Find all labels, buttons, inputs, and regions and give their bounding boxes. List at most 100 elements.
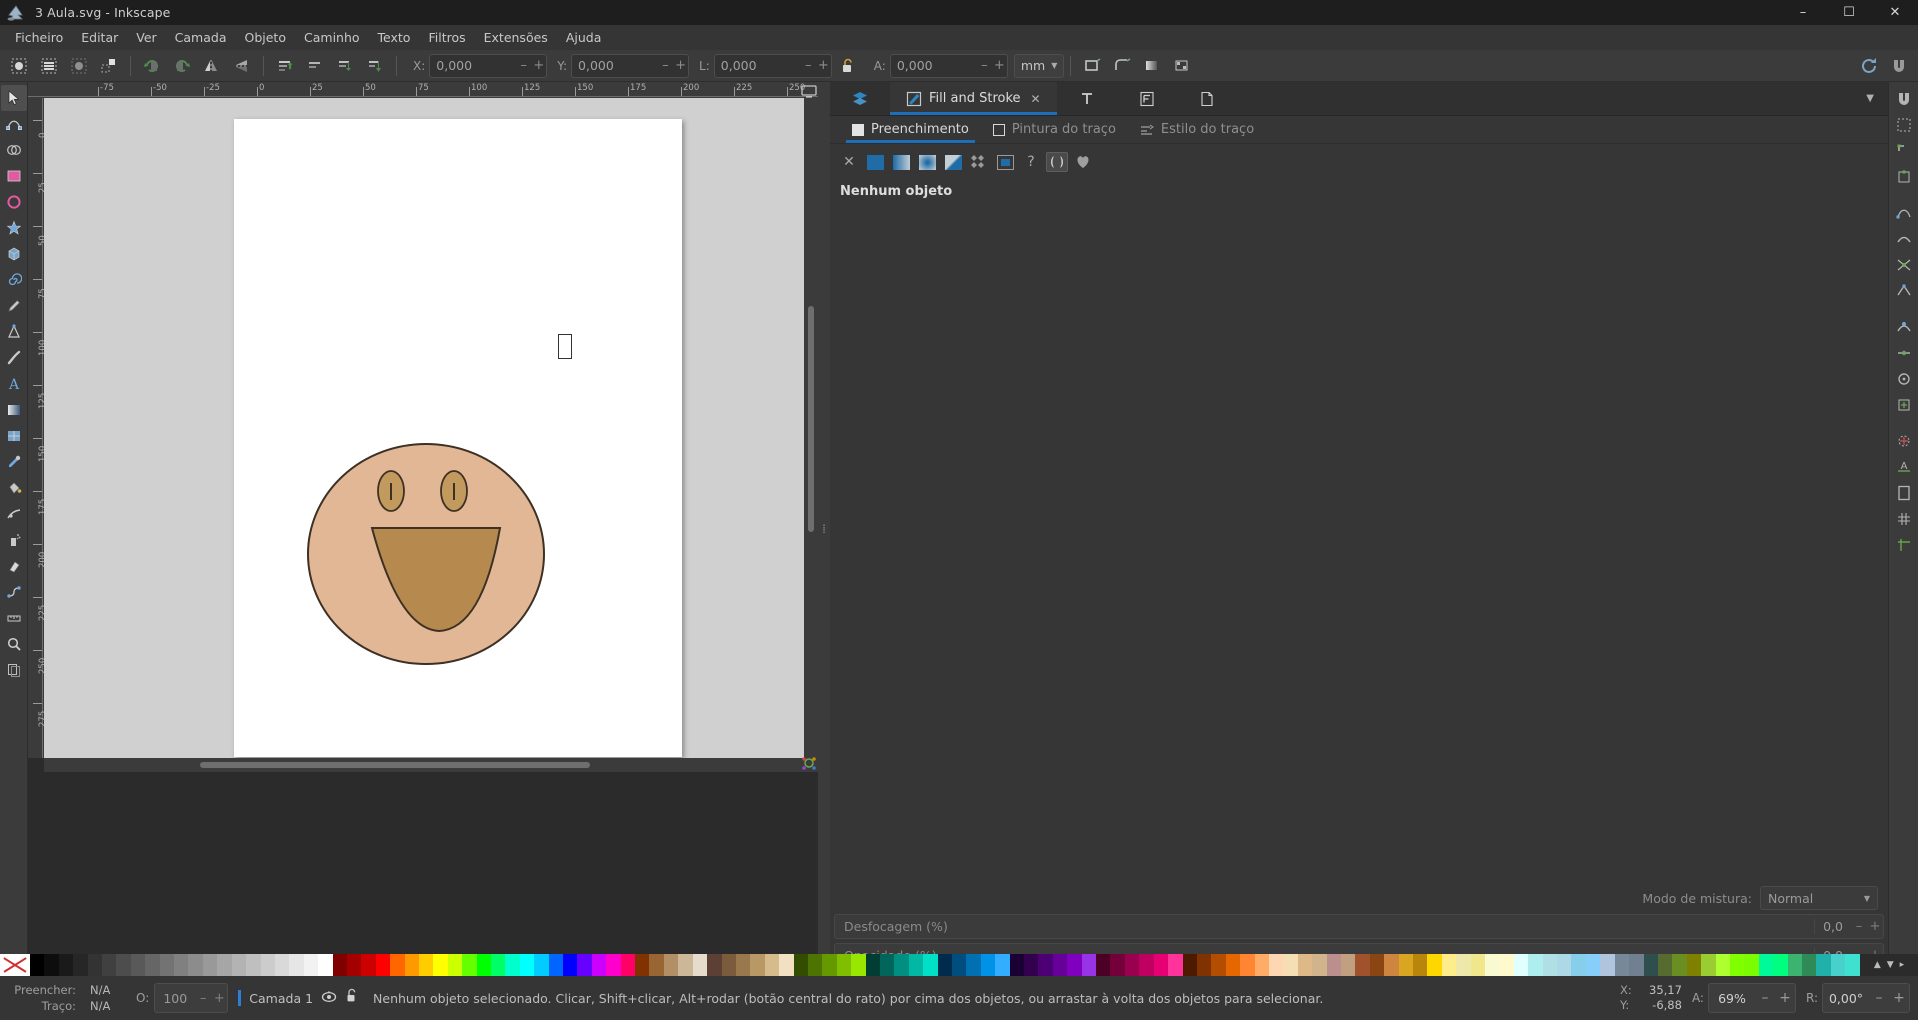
palette-swatch[interactable]	[980, 954, 996, 976]
palette-swatch[interactable]	[1657, 954, 1673, 976]
x-increment[interactable]: +	[531, 58, 546, 73]
palette-swatch[interactable]	[1456, 954, 1471, 976]
unlock-icon[interactable]	[345, 988, 359, 1008]
palette-swatch[interactable]	[678, 954, 693, 976]
close-icon[interactable]: ✕	[1031, 92, 1041, 106]
palette-swatch[interactable]	[1701, 954, 1716, 976]
minimize-button[interactable]: –	[1780, 0, 1826, 25]
fill-unset-button[interactable]	[994, 152, 1016, 172]
palette-swatch[interactable]	[1139, 954, 1154, 976]
lock-open-icon[interactable]	[836, 54, 860, 78]
snap-others[interactable]	[1891, 366, 1917, 392]
palette-swatch[interactable]	[836, 954, 852, 976]
lower-icon[interactable]	[331, 53, 359, 79]
stroke-indicator-value[interactable]: N/A	[76, 998, 110, 1014]
fill-linear-gradient-button[interactable]	[890, 152, 912, 172]
status-opacity-spinbox[interactable]: 100 – +	[154, 983, 229, 1013]
x-input[interactable]	[430, 58, 517, 73]
snap-controls-icon[interactable]	[1885, 53, 1913, 79]
width-decrement[interactable]: –	[801, 58, 816, 73]
panel-divider[interactable]: ⁞	[818, 82, 830, 976]
tweak-tool[interactable]	[1, 501, 27, 527]
palette-swatch[interactable]	[1009, 954, 1025, 976]
fill-pattern-button[interactable]	[942, 152, 964, 172]
snap-nodes[interactable]	[1891, 200, 1917, 226]
palette-swatch[interactable]	[1686, 954, 1702, 976]
palette-swatch[interactable]	[1124, 954, 1140, 976]
pencil-tool[interactable]	[1, 293, 27, 319]
palette-swatch[interactable]	[174, 954, 189, 976]
palette-swatch[interactable]	[73, 954, 88, 976]
menu-filtros[interactable]: Filtros	[419, 27, 474, 48]
palette-swatch[interactable]	[332, 954, 347, 976]
menu-objeto[interactable]: Objeto	[236, 27, 296, 48]
palette-swatch[interactable]	[937, 954, 952, 976]
palette-swatch[interactable]	[1787, 954, 1802, 976]
width-increment[interactable]: +	[816, 58, 831, 73]
snap-bbox-edge[interactable]	[1891, 164, 1917, 190]
affect-patterns-icon[interactable]	[1168, 53, 1196, 79]
palette-swatch[interactable]	[692, 954, 708, 976]
menu-caminho[interactable]: Caminho	[295, 27, 369, 48]
horizontal-ruler[interactable]: -75 -50 -25 0 25 50 75 100 125 150 175 2…	[28, 82, 818, 98]
palette-swatch[interactable]	[102, 954, 117, 976]
tab-fill-and-stroke[interactable]: Fill and Stroke ✕	[890, 82, 1057, 115]
snap-grids[interactable]	[1891, 506, 1917, 532]
unit-selector[interactable]: mm ▼	[1013, 53, 1065, 78]
palette-swatch[interactable]	[58, 954, 74, 976]
palette-swatch[interactable]	[1297, 954, 1313, 976]
palette-swatch[interactable]	[1168, 954, 1183, 976]
y-spinbox[interactable]: – +	[571, 53, 690, 78]
deselect-icon[interactable]	[65, 53, 93, 79]
palette-swatch[interactable]	[1672, 954, 1687, 976]
palette-swatch[interactable]	[1340, 954, 1356, 976]
affect-stroke-width-icon[interactable]	[1078, 53, 1106, 79]
select-all-layers-icon[interactable]	[35, 53, 63, 79]
palette-swatch[interactable]	[404, 954, 419, 976]
palette-swatch[interactable]	[548, 954, 564, 976]
palette-swatch[interactable]	[606, 954, 621, 976]
height-increment[interactable]: +	[992, 58, 1007, 73]
fill-indicator-value[interactable]: N/A	[76, 982, 110, 998]
palette-swatch[interactable]	[663, 954, 679, 976]
subtab-pintura-do-traco[interactable]: Pintura do traço	[981, 116, 1128, 143]
blend-mode-select[interactable]: Normal ▼	[1760, 886, 1878, 910]
snap-indicator-icon[interactable]	[800, 754, 818, 772]
palette-swatch[interactable]	[1211, 954, 1226, 976]
gradient-tool[interactable]	[1, 397, 27, 423]
spray-tool[interactable]	[1, 527, 27, 553]
canvas-area[interactable]	[44, 98, 818, 758]
layer-name[interactable]: Camada 1	[249, 991, 313, 1006]
rotation-decrement[interactable]: –	[1869, 990, 1889, 1006]
tab-layers[interactable]	[830, 82, 890, 115]
canvas-horizontal-scrollbar[interactable]	[44, 758, 818, 772]
paint-bucket-tool[interactable]	[1, 475, 27, 501]
blur-decrement[interactable]: –	[1851, 919, 1867, 934]
snap-object-center[interactable]	[1891, 392, 1917, 418]
chevron-down-icon[interactable]: ▼	[1852, 82, 1888, 115]
height-decrement[interactable]: –	[977, 58, 992, 73]
ellipse-tool[interactable]	[1, 189, 27, 215]
chevron-down-icon[interactable]: ▼	[1887, 960, 1894, 970]
palette-swatch[interactable]	[779, 954, 794, 976]
palette-swatch[interactable]	[1067, 954, 1082, 976]
fill-none-button[interactable]: ✕	[838, 152, 860, 172]
close-button[interactable]: ✕	[1872, 0, 1918, 25]
palette-swatch[interactable]	[591, 954, 607, 976]
palette-swatch[interactable]	[1384, 954, 1399, 976]
palette-swatch[interactable]	[1830, 954, 1846, 976]
fill-radial-gradient-button[interactable]	[916, 152, 938, 172]
palette-swatch[interactable]	[1240, 954, 1255, 976]
palette-swatch[interactable]	[1052, 954, 1068, 976]
palette-swatch[interactable]	[1024, 954, 1039, 976]
snap-rotation-center[interactable]	[1891, 428, 1917, 454]
menu-ficheiro[interactable]: Ficheiro	[6, 27, 72, 48]
rotation-value[interactable]: 0,00°	[1823, 991, 1869, 1006]
snap-guides[interactable]	[1891, 532, 1917, 558]
eye-icon[interactable]	[321, 989, 337, 1008]
palette-swatch[interactable]	[764, 954, 780, 976]
palette-swatch[interactable]	[1326, 954, 1341, 976]
y-increment[interactable]: +	[673, 58, 688, 73]
flip-horizontal-icon[interactable]	[198, 53, 226, 79]
tab-document-properties[interactable]	[1177, 82, 1237, 115]
